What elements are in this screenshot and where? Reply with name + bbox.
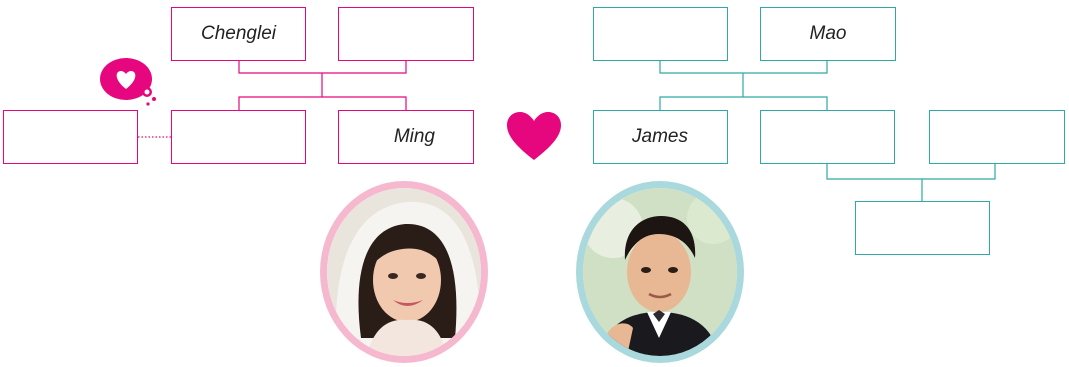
heart-icon [507, 112, 561, 160]
groom-box: James [593, 110, 728, 164]
bride-name: Ming [393, 126, 435, 147]
groom-father-box [593, 7, 728, 61]
groom-photo [576, 181, 744, 363]
bride-sibling-partner-box [3, 110, 138, 164]
bride-father-name: Chenglei [201, 23, 276, 44]
groom-sibling-spouse-box [929, 110, 1065, 164]
groom-sibling-box [760, 110, 895, 164]
groom-sibling-child-box [855, 201, 990, 255]
groom-name: James [632, 126, 688, 147]
groom-mother-box: Mao [760, 7, 896, 61]
bride-photo [320, 181, 488, 363]
heart-thought-bubble-icon [100, 58, 156, 106]
family-tree-diagram: Chenglei Ming Mao James [0, 0, 1069, 367]
bride-box: Ming [338, 110, 474, 164]
bride-father-box: Chenglei [171, 7, 306, 61]
bride-mother-box [338, 7, 474, 61]
groom-mother-name: Mao [809, 23, 847, 44]
bride-sibling-box [171, 110, 306, 164]
